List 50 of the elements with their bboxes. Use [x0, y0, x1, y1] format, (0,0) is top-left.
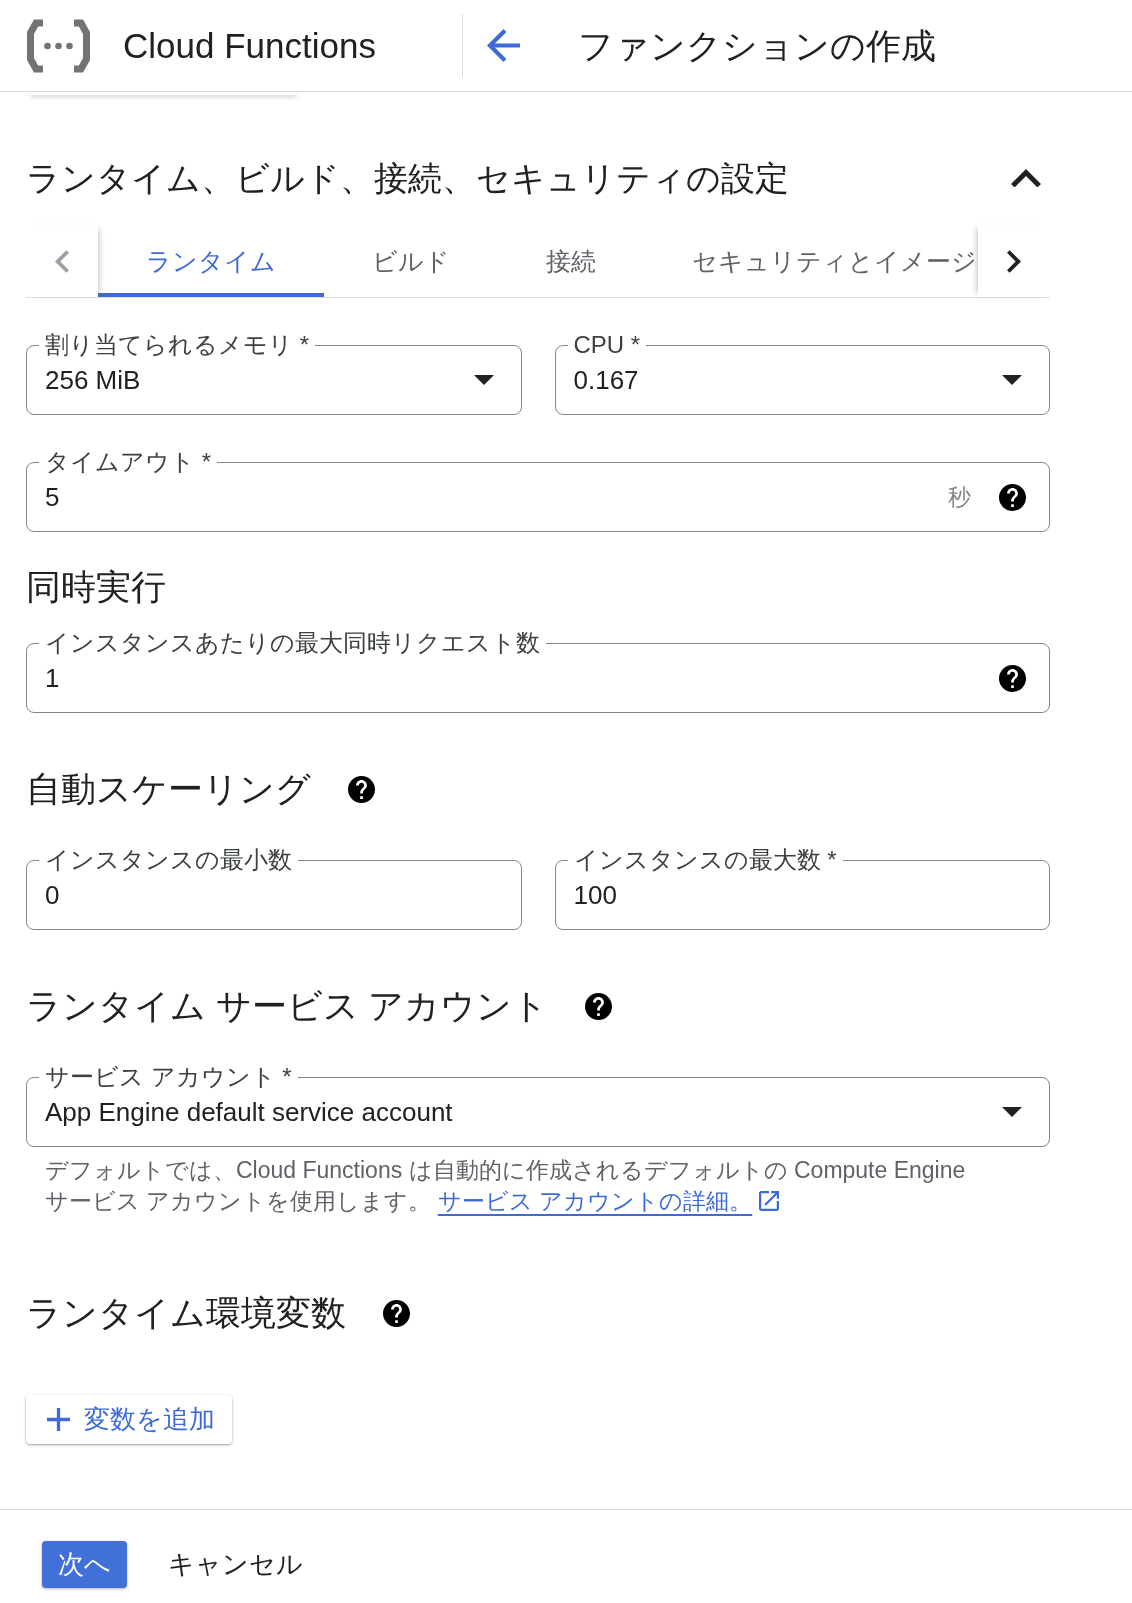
field-label: タイムアウト * — [39, 450, 217, 474]
select-field[interactable]: サービス アカウント * App Engine default service account — [26, 1065, 1050, 1147]
help-icon[interactable] — [383, 1299, 410, 1327]
help-icon[interactable] — [348, 775, 375, 803]
chevron-up-icon[interactable] — [1011, 168, 1041, 188]
field-label: インスタンスの最小数 — [39, 848, 298, 872]
back-arrow-icon[interactable] — [487, 29, 520, 62]
field-value: 256 MiB — [45, 364, 142, 396]
section-heading: ランタイム サービス アカウント — [26, 985, 549, 1027]
select-field[interactable]: CPU * 0.167 — [554, 333, 1050, 415]
add-variable-button[interactable]: 変数を追加 — [26, 1395, 232, 1444]
cancel-button[interactable]: キャンセル — [168, 1541, 303, 1588]
external-link-icon — [759, 1191, 780, 1211]
field-label: サービス アカウント * — [39, 1065, 298, 1089]
field-label: インスタンスの最大数 * — [567, 848, 843, 872]
tab[interactable]: セキュリティとイメージ — [644, 225, 978, 297]
field-value: 0 — [45, 879, 61, 911]
tab[interactable]: 接続 — [498, 225, 644, 297]
tab[interactable]: ランタイム — [98, 225, 324, 297]
plus-icon — [47, 1408, 70, 1431]
section-heading: 自動スケーリング — [26, 768, 311, 810]
helper-text: デフォルトでは、Cloud Functions は自動的に作成されるデフォルトの Compute Engine サービス アカウントを使用します。 サービス アカウントの詳細。 — [44, 1156, 967, 1216]
field-value: 100 — [573, 879, 618, 911]
section-heading: ランタイム環境変数 — [26, 1292, 346, 1334]
field-value: 0.167 — [573, 364, 640, 396]
field-value: App Engine default service account — [45, 1096, 454, 1128]
page-title: ファンクションの作成 — [578, 24, 936, 67]
section-heading: 同時実行 — [26, 566, 166, 608]
help-icon[interactable] — [999, 664, 1026, 692]
help-icon[interactable] — [999, 483, 1026, 511]
dropdown-caret-icon — [1002, 1107, 1022, 1117]
dropdown-caret-icon — [473, 375, 494, 385]
field-value: 1 — [45, 662, 61, 694]
help-icon[interactable] — [585, 992, 613, 1020]
field-label: 割り当てられるメモリ * — [39, 333, 315, 357]
input-field[interactable]: インスタンスの最小数 0 — [26, 848, 522, 930]
details-link[interactable]: サービス アカウントの詳細。 — [437, 1188, 780, 1214]
logo-icon — [27, 18, 90, 73]
product-name: Cloud Functions — [123, 24, 376, 67]
input-field[interactable]: タイムアウト * 5 秒 — [26, 450, 1050, 532]
input-field[interactable]: インスタンスあたりの最大同時リクエスト数 1 — [26, 631, 1050, 713]
next-button[interactable]: 次へ — [42, 1541, 127, 1588]
unit-suffix: 秒 — [948, 482, 971, 512]
select-field[interactable]: 割り当てられるメモリ * 256 MiB — [26, 333, 522, 415]
tab[interactable]: ビルド — [324, 225, 498, 297]
field-value: 5 — [45, 481, 61, 513]
section-title: ランタイム、ビルド、接続、セキュリティの設定 — [26, 158, 789, 199]
input-field[interactable]: インスタンスの最大数 * 100 — [554, 848, 1050, 930]
dropdown-caret-icon — [1002, 375, 1022, 385]
field-label: インスタンスあたりの最大同時リクエスト数 — [39, 631, 546, 655]
